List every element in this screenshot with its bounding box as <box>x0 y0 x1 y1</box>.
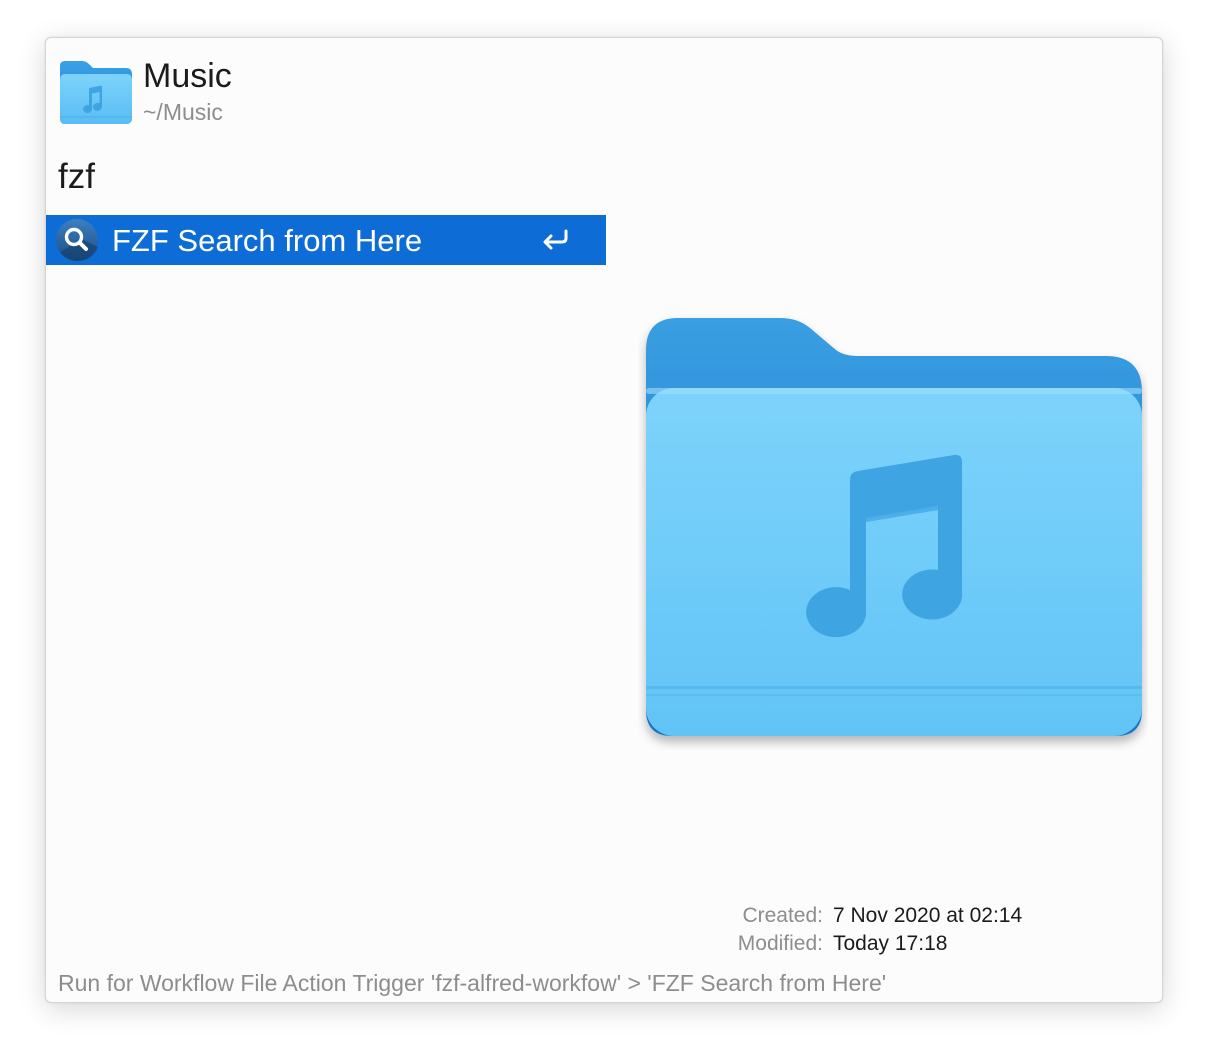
music-folder-icon <box>56 58 134 128</box>
meta-modified-key: Modified: <box>737 932 823 955</box>
file-metadata: Created: 7 Nov 2020 at 02:14 Modified: T… <box>686 902 1022 958</box>
meta-created-key: Created: <box>742 904 823 927</box>
meta-modified-value: Today 17:18 <box>833 932 948 955</box>
search-input[interactable]: fzf <box>58 156 95 198</box>
music-folder-preview-icon <box>638 310 1148 750</box>
alfred-file-action-window: Music ~/Music fzf FZF Search from Here C… <box>45 37 1163 1003</box>
return-key-icon <box>540 227 570 253</box>
search-icon <box>54 217 100 263</box>
header-path: ~/Music <box>143 99 223 125</box>
meta-modified: Modified: Today 17:18 <box>686 930 1022 958</box>
meta-created-value: 7 Nov 2020 at 02:14 <box>833 904 1023 927</box>
status-text: Run for Workflow File Action Trigger 'fz… <box>58 970 887 996</box>
result-item-label: FZF Search from Here <box>112 223 423 258</box>
header-title: Music <box>143 57 232 95</box>
result-item-fzf-search[interactable]: FZF Search from Here <box>46 215 606 265</box>
meta-created: Created: 7 Nov 2020 at 02:14 <box>686 902 1022 930</box>
